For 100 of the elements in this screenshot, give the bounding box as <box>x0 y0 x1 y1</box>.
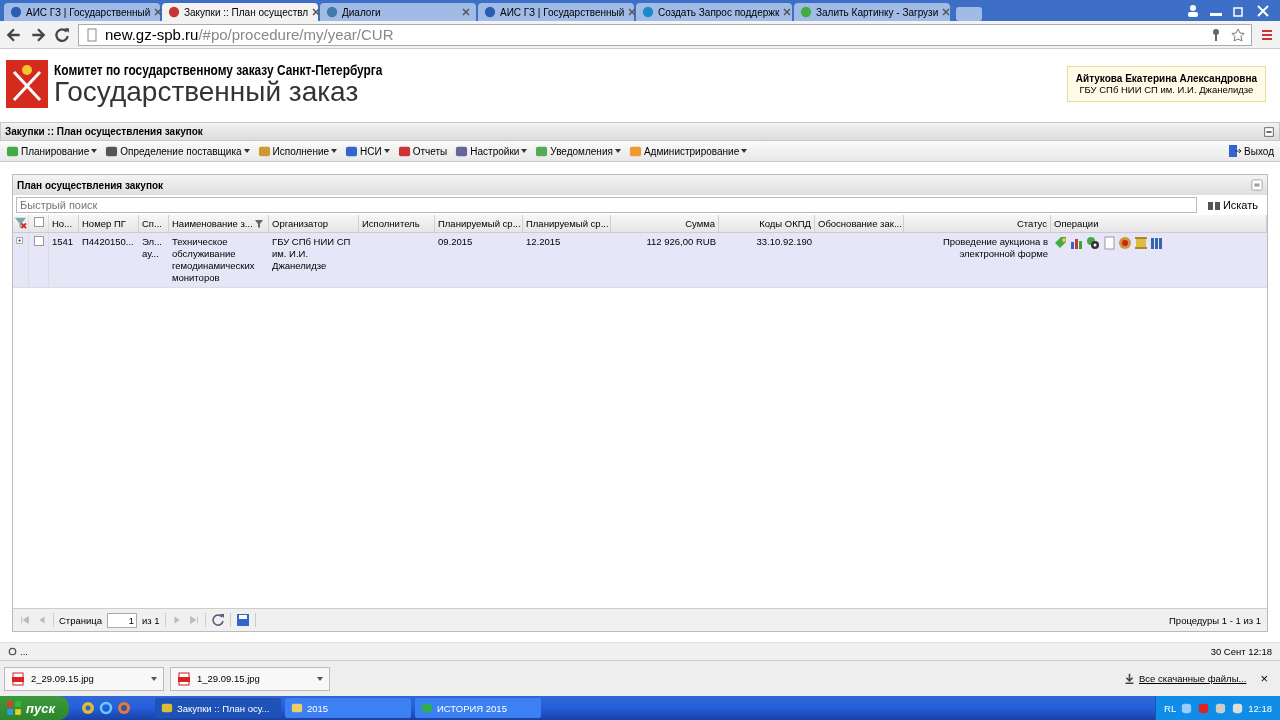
column-header[interactable]: Статус <box>1016 218 1047 229</box>
page-field[interactable]: 1 <box>107 612 138 628</box>
org-name: Комитет по государственному заказу Санкт-Петербурга <box>54 62 383 78</box>
user-info: Айтукова Екатерина Александровна ГБУ СПб НИИ СП им. И.И. Джанелидзе <box>1066 66 1266 102</box>
column-header[interactable]: Исполнитель <box>362 218 420 229</box>
page-icon <box>85 27 99 42</box>
row-checkbox[interactable] <box>33 236 44 246</box>
firefox-icon <box>117 701 131 715</box>
column-header[interactable]: Но... <box>52 218 73 229</box>
close-button[interactable]: × <box>1252 671 1276 686</box>
tab-close-icon[interactable] <box>154 8 163 16</box>
paging-summary: Процедуры 1 - 1 из 1 <box>1169 614 1261 626</box>
address-bar[interactable]: new.gz-spb.ru/#po/procedure/my/year/CUR <box>78 23 1252 46</box>
back-icon <box>6 26 22 43</box>
browser-tab[interactable]: Закупки :: План осуществл <box>162 3 318 21</box>
panel-title: План осуществления закупок <box>17 179 164 191</box>
menu-item[interactable]: Отчеты <box>395 144 450 158</box>
table-cell: 12.2015 <box>526 236 561 247</box>
search-button[interactable]: Искать <box>1200 197 1264 213</box>
taskbar-button[interactable]: ИСТОРИЯ 2015 <box>415 698 541 718</box>
site-title: Государственный заказ <box>54 78 359 106</box>
browser-tab[interactable]: Создать Запрос поддержк <box>636 3 792 21</box>
column-header[interactable]: Планируемый ср... <box>438 218 521 229</box>
column-header[interactable]: Операции <box>1054 218 1099 229</box>
browser-tab[interactable]: АИС ГЗ | Государственный <box>478 3 634 21</box>
tab-favicon-icon <box>642 6 654 18</box>
emblem-logo <box>6 60 48 108</box>
first-page-icon <box>19 614 31 626</box>
tab-close-icon[interactable] <box>312 8 321 16</box>
clear-filter-icon <box>14 216 27 229</box>
menu-item[interactable]: Определение поставщика <box>103 144 252 158</box>
column-header[interactable]: Планируемый ср... <box>526 218 609 229</box>
download-icon <box>1124 673 1136 684</box>
expand-icon <box>15 237 26 247</box>
close-icon <box>1256 3 1270 18</box>
download-item[interactable]: 2_29.09.15.jpg <box>4 666 164 691</box>
column-header[interactable]: Сп... <box>142 218 162 229</box>
start-button[interactable]: пуск <box>0 696 69 720</box>
tab-close-icon[interactable] <box>628 8 637 16</box>
tab-favicon-icon <box>484 6 496 18</box>
emblem-icon <box>1118 236 1132 250</box>
search-field[interactable]: Быстрый поиск <box>16 197 1197 213</box>
table-cell: ГБУ СПб НИИ СП им. И.И. Джанелидзе <box>272 236 351 271</box>
ie-icon <box>99 701 113 715</box>
select-all-checkbox[interactable] <box>33 217 44 227</box>
table-cell: Проведение аукциона в электронной форме <box>942 236 1048 259</box>
table-cell: 09.2015 <box>438 236 473 247</box>
menu-item[interactable]: Администрирование <box>626 144 750 158</box>
menu-item[interactable]: Планирование <box>4 144 100 158</box>
table-cell: Техническое обслуживание гемодинамических мониторов <box>172 236 255 283</box>
tab-favicon-icon <box>800 6 812 18</box>
column-header[interactable]: Номер ПГ <box>82 218 126 229</box>
exit-button[interactable]: Выход <box>1226 144 1276 158</box>
status-date: 30 Сент 12:18 <box>1210 646 1272 657</box>
tab-close-icon[interactable] <box>462 8 470 16</box>
taskbar-button[interactable]: Закупки :: План осу... <box>155 698 281 718</box>
bar-chart-icon <box>1070 236 1084 250</box>
status-icon <box>8 647 17 656</box>
menu-item[interactable]: Настройки <box>453 144 530 158</box>
column-header[interactable]: Сумма <box>685 218 715 229</box>
caret-icon[interactable] <box>151 676 157 681</box>
page-count: из 1 <box>142 614 160 626</box>
binders-icon <box>1150 236 1164 250</box>
scroll-icon <box>1134 236 1148 250</box>
tab-close-icon[interactable] <box>942 8 951 16</box>
table-cell: 33.10.92.190 <box>756 236 812 247</box>
table-cell: 112 926,00 RUB <box>646 236 716 247</box>
reload-icon <box>54 26 70 43</box>
tab-favicon-icon <box>168 6 180 18</box>
minimize-icon <box>1210 12 1222 16</box>
column-header[interactable]: Обоснование зак... <box>818 218 902 229</box>
menu-item[interactable]: НСИ <box>343 144 392 158</box>
column-header[interactable]: Наименование з... <box>172 218 253 229</box>
table-cell: Эл... ау... <box>142 236 162 259</box>
browser-tab[interactable]: Залить Картинку - Загрузи <box>794 3 950 21</box>
tab-favicon-icon <box>326 6 338 18</box>
menu-item[interactable]: Уведомления <box>533 144 623 158</box>
taskbar-button[interactable]: 2015 <box>285 698 411 718</box>
image-file-icon <box>11 671 25 686</box>
page-label: Страница <box>59 614 103 626</box>
save-icon <box>235 613 250 627</box>
download-item[interactable]: 1_29.09.15.jpg <box>170 666 330 691</box>
browser-tab[interactable]: Диалоги <box>320 3 476 21</box>
column-header[interactable]: Коды ОКПД <box>759 218 811 229</box>
browser-tab[interactable]: АИС ГЗ | Государственный <box>4 3 160 21</box>
table-row[interactable]: 1541 П4420150... Эл... ау... Техническое обслуживание гемодинамических мониторов ГБУ СПб НИИ СП им. И.И. Джанелидзе 09.2015 12.2015 112 926,00 RUB 33.10.92.190 Проведение аукциона в электронной форме <box>13 233 1267 288</box>
filter-icon <box>254 219 263 228</box>
image-file-icon <box>177 671 191 686</box>
caret-icon[interactable] <box>317 676 323 681</box>
clock: 12:18 <box>1248 702 1272 714</box>
menu-item[interactable]: Исполнение <box>255 144 340 158</box>
status-text: ... <box>20 646 28 657</box>
star-icon <box>1231 27 1245 42</box>
all-downloads-link[interactable]: Все скачанные файлы... <box>1139 673 1247 684</box>
column-header[interactable]: Организатор <box>272 218 328 229</box>
tab-favicon-icon <box>10 6 22 18</box>
tab-close-icon[interactable] <box>783 8 792 16</box>
exit-icon <box>1228 144 1243 158</box>
menu-icon <box>1260 27 1274 42</box>
language-indicator[interactable]: RL <box>1164 702 1177 714</box>
